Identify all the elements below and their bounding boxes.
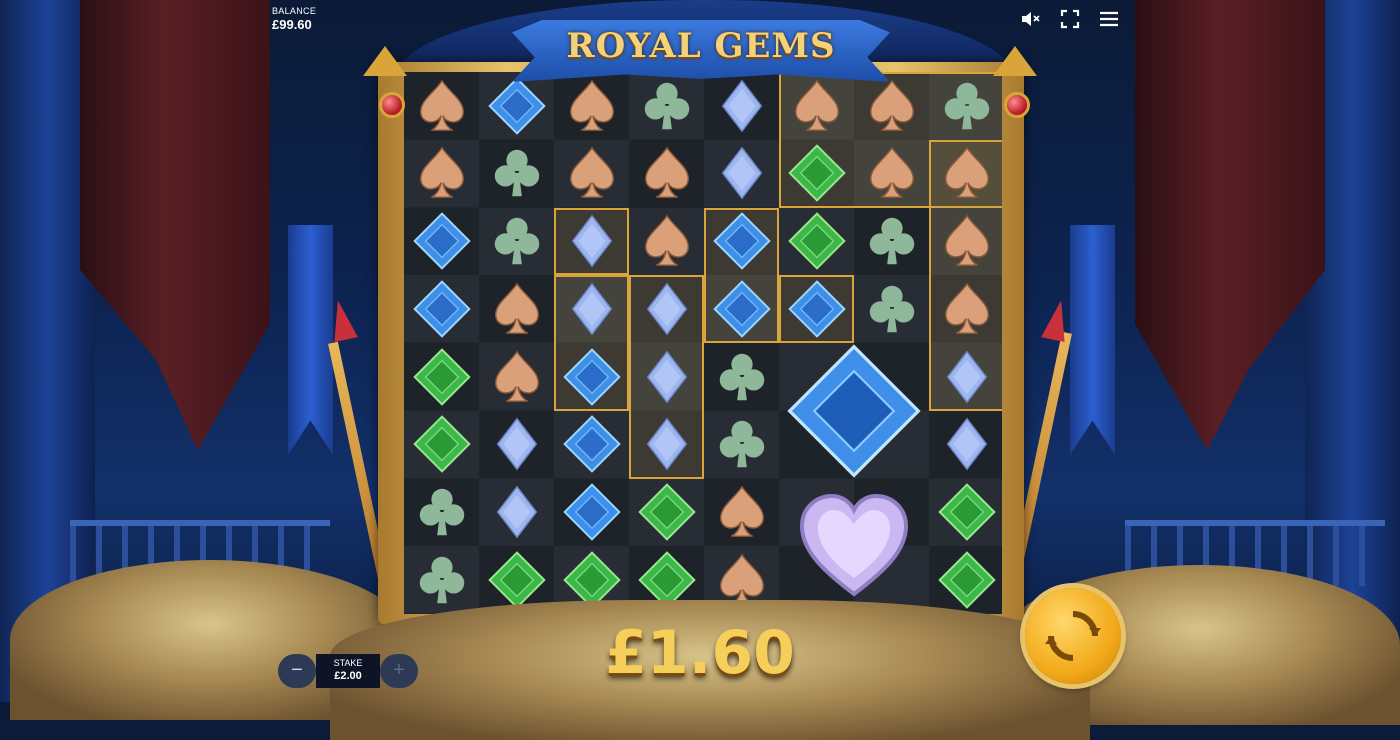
spade-icon	[629, 140, 704, 207]
blue-gem-icon	[479, 72, 554, 139]
spade-icon	[854, 140, 929, 207]
curtain-left	[80, 0, 270, 450]
blue-gem-icon	[704, 208, 779, 275]
spin-icon	[1045, 611, 1101, 661]
stake-decrease-button[interactable]: −	[278, 654, 316, 688]
spade-icon	[404, 72, 479, 139]
green-gem-icon	[404, 343, 479, 410]
diamond-icon	[629, 411, 704, 478]
sound-muted-icon[interactable]	[1020, 9, 1042, 29]
spade-icon	[929, 140, 1002, 207]
spade-icon	[929, 275, 1002, 342]
blue-gem-icon	[554, 343, 629, 410]
stake-control: − STAKE £2.00 +	[278, 654, 418, 688]
diamond-icon	[929, 343, 1002, 410]
green-gem-icon	[779, 140, 854, 207]
diamond-icon	[479, 411, 554, 478]
curtain-right	[1135, 0, 1325, 450]
balance-display: BALANCE £99.60	[272, 6, 316, 32]
club-icon	[404, 546, 479, 613]
balance-value: £99.60	[272, 17, 312, 32]
spade-icon	[554, 140, 629, 207]
fullscreen-icon[interactable]	[1059, 9, 1081, 29]
symbol-grid	[404, 72, 1002, 614]
spade-icon	[404, 140, 479, 207]
diamond-icon	[929, 411, 1002, 478]
banner-right	[1070, 225, 1115, 455]
green-gem-icon	[929, 479, 1002, 546]
diamond-icon	[629, 343, 704, 410]
club-icon	[479, 140, 554, 207]
spade-icon	[554, 72, 629, 139]
big-blue-gem-icon	[779, 343, 929, 479]
diamond-icon	[704, 72, 779, 139]
blue-gem-icon	[404, 275, 479, 342]
green-gem-icon	[404, 411, 479, 478]
banner-left	[288, 225, 333, 455]
win-amount: £1.60	[605, 618, 795, 688]
spade-icon	[629, 208, 704, 275]
diamond-icon	[554, 275, 629, 342]
diamond-icon	[554, 208, 629, 275]
spade-icon	[704, 479, 779, 546]
blue-gem-icon	[779, 275, 854, 342]
blue-gem-icon	[404, 208, 479, 275]
diamond-icon	[629, 275, 704, 342]
blue-gem-icon	[554, 479, 629, 546]
club-icon	[629, 72, 704, 139]
spin-button[interactable]	[1025, 588, 1121, 684]
green-gem-icon	[779, 208, 854, 275]
club-icon	[854, 208, 929, 275]
blue-gem-icon	[704, 275, 779, 342]
club-icon	[479, 208, 554, 275]
balance-label: BALANCE	[272, 6, 317, 16]
diamond-icon	[479, 479, 554, 546]
crown-ornament-left	[363, 46, 407, 76]
stake-label: STAKE	[333, 658, 363, 668]
club-icon	[929, 72, 1002, 139]
stake-display: STAKE £2.00	[316, 654, 380, 688]
diamond-icon	[704, 140, 779, 207]
club-icon	[704, 343, 779, 410]
spade-icon	[779, 72, 854, 139]
stake-increase-button[interactable]: +	[380, 654, 418, 688]
club-icon	[404, 479, 479, 546]
ruby-ornament-left	[379, 92, 405, 118]
club-icon	[704, 411, 779, 478]
ruby-ornament-right	[1004, 92, 1030, 118]
green-gem-icon	[929, 546, 1002, 613]
club-icon	[854, 275, 929, 342]
green-gem-icon	[629, 479, 704, 546]
stake-value: £2.00	[334, 670, 362, 682]
blue-gem-icon	[554, 411, 629, 478]
crown-ornament-right	[993, 46, 1037, 76]
spade-icon	[479, 343, 554, 410]
game-title: ROYAL GEMS	[566, 26, 836, 66]
spade-icon	[479, 275, 554, 342]
spade-icon	[854, 72, 929, 139]
spade-icon	[929, 208, 1002, 275]
menu-icon[interactable]	[1098, 9, 1120, 29]
heart-gem-icon	[779, 479, 929, 615]
